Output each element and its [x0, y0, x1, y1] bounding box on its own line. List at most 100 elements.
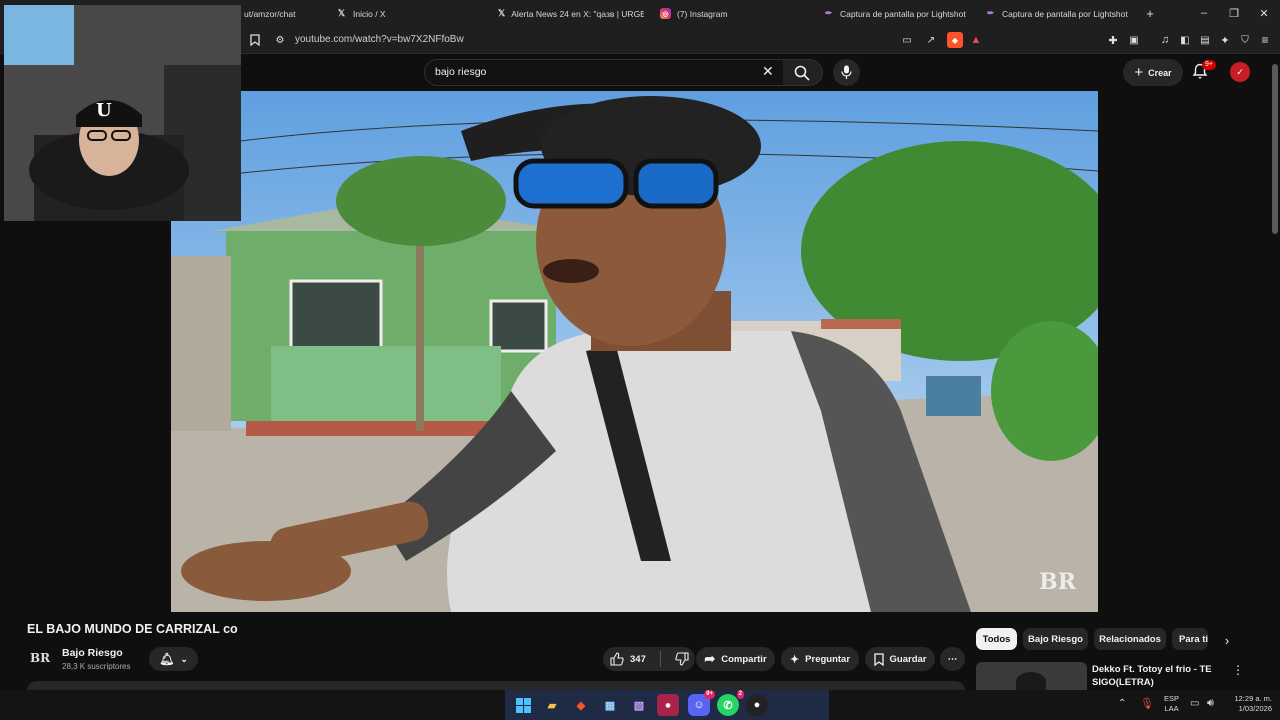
channel-avatar[interactable]: BR [27, 648, 53, 668]
subscriber-count: 28,3 K suscriptores [62, 662, 131, 671]
store-icon[interactable]: ▦ [599, 694, 621, 716]
more-actions-button[interactable]: ⋯ [940, 647, 965, 671]
network-icon[interactable]: ▭ [1190, 698, 1199, 709]
search-input[interactable]: bajo riesgo ✕ [424, 59, 784, 86]
sidebar-icon[interactable]: ◧ [1178, 33, 1192, 47]
brave-browser-icon[interactable]: ◆ [570, 694, 592, 716]
chip-all[interactable]: Todos [976, 628, 1017, 650]
like-dislike-group: 347 [603, 647, 695, 671]
clear-search-icon[interactable]: ✕ [762, 63, 774, 80]
whatsapp-icon[interactable]: ✆ 2 [717, 690, 744, 716]
divider [659, 651, 661, 667]
x-logo-icon: 𝕏 [498, 8, 506, 18]
video-frame [171, 91, 1098, 612]
keyboard-layout: LAA [1164, 704, 1179, 713]
microphone-icon[interactable]: 🎙︎ [1140, 697, 1154, 710]
channel-watermark: BR [1039, 569, 1076, 595]
minimize-button[interactable]: – [1196, 5, 1212, 21]
like-button[interactable]: 347 [610, 652, 646, 666]
tab-title: (7) Instagram [677, 8, 728, 19]
channel-name[interactable]: Bajo Riesgo [62, 647, 123, 659]
media-player-icon[interactable]: ● [746, 694, 768, 716]
app-icon[interactable]: ▧ [628, 694, 650, 716]
clock-time: 12:29 a. m. [1234, 694, 1272, 703]
browser-tab[interactable]: ✒ Captura de pantalla por Lightshot [985, 0, 1135, 27]
bookmark-icon[interactable] [248, 33, 262, 47]
tab-title: Captura de pantalla por Lightshot [840, 8, 966, 19]
microphone-icon [841, 65, 852, 79]
browser-tab[interactable]: 𝕏 Inicio / X [336, 0, 476, 27]
video-player[interactable]: BR [171, 91, 1098, 612]
tab-title: Captura de pantalla por Lightshot [1002, 8, 1128, 19]
browser-tab[interactable]: 𝕏 Alerta News 24 en X: "qaзв | URGENTE" [498, 0, 644, 27]
recommended-thumbnail[interactable] [976, 662, 1087, 690]
chip-bajo-riesgo[interactable]: Bajo Riesgo [1023, 628, 1088, 650]
share-icon[interactable]: ↗ [924, 33, 938, 47]
browser-tab[interactable]: ◎ (7) Instagram [660, 0, 800, 27]
close-window-button[interactable]: ✕ [1256, 5, 1272, 21]
ask-button[interactable]: ✦ Preguntar [781, 647, 859, 671]
clock-date: 1/03/2026 [1238, 704, 1272, 713]
tab-title: ut/amzor/chat [244, 8, 296, 19]
sparkle-icon: ✦ [789, 653, 800, 666]
ask-label: Preguntar [805, 653, 851, 665]
media-icon[interactable]: ♫ [1158, 33, 1172, 47]
page-scrollbar[interactable] [1272, 64, 1278, 234]
recommended-title[interactable]: Dekko Ft. Totoy el frio - TE SIGO(LETRA) [1092, 663, 1217, 689]
create-button[interactable]: + Crear [1123, 59, 1183, 86]
browser-tab[interactable]: ut/amzor/chat [244, 0, 324, 27]
screenshot-icon[interactable]: ▣ [1127, 33, 1141, 47]
vpn-icon[interactable]: ⛉ [1238, 33, 1252, 47]
brave-rewards-icon[interactable]: ▲ [969, 33, 983, 47]
bookmark-icon [873, 652, 884, 666]
instagram-icon: ◎ [660, 8, 671, 19]
search-icon [794, 65, 810, 81]
url-field[interactable]: youtube.com/watch?v=bw7X2NFfoBw [295, 34, 464, 45]
plus-icon: + [1134, 64, 1144, 81]
streaming-app-icon[interactable]: ◉ [657, 694, 679, 716]
tab-title: Alerta News 24 en X: "qaзв | URGENTE" [511, 8, 644, 19]
share-arrow-icon: ➦ [704, 651, 716, 666]
search-button[interactable] [783, 59, 823, 86]
wallet-icon[interactable]: ▤ [1198, 33, 1212, 47]
discord-icon[interactable]: ☺ 9+ [688, 690, 715, 716]
svg-text:U: U [96, 100, 112, 121]
webcam-frame: U [4, 5, 241, 221]
notifications-badge: 9+ [1202, 60, 1216, 70]
restore-button[interactable]: ❐ [1226, 5, 1242, 21]
share-label: Compartir [721, 653, 767, 665]
save-button[interactable]: Guardar [865, 647, 935, 671]
input-language[interactable]: ESP LAA [1164, 694, 1179, 714]
start-button[interactable] [512, 694, 534, 716]
feather-icon: ✒ [986, 8, 995, 18]
chip-related[interactable]: Relacionados [1094, 628, 1166, 650]
site-settings-icon[interactable]: ⚙ [273, 33, 287, 47]
extensions-icon[interactable]: ✚ [1106, 33, 1120, 47]
save-label: Guardar [889, 653, 927, 665]
chevron-right-icon[interactable]: › [1218, 631, 1236, 649]
menu-icon[interactable]: ≡ [1258, 33, 1272, 47]
recommended-more-icon[interactable]: ⋮ [1232, 663, 1244, 677]
account-avatar[interactable]: ✓ [1230, 62, 1250, 82]
discord-badge: 9+ [704, 690, 715, 699]
browser-tab[interactable]: ✒ Captura de pantalla por Lightshot [823, 0, 973, 27]
thumbs-up-icon [610, 652, 624, 666]
language-code: ESP [1164, 694, 1180, 703]
voice-search-button[interactable] [833, 59, 860, 86]
notifications-button[interactable]: 9+ [1192, 60, 1216, 83]
file-explorer-icon[interactable]: ▰ [541, 694, 563, 716]
new-tab-button[interactable]: + [1142, 5, 1158, 21]
share-button[interactable]: ➦ Compartir [696, 647, 775, 671]
taskbar: ▰ ◆ ▦ ▧ ◉ ☺ 9+ ✆ 2 ● ⌃ 🎙︎ ESP LAA ▭ 🔊︎ 12:… [0, 690, 1280, 720]
leo-ai-icon[interactable]: ✦ [1218, 33, 1232, 47]
clock[interactable]: 12:29 a. m. 1/03/2026 [1226, 694, 1272, 714]
create-label: Crear [1148, 67, 1172, 78]
whatsapp-badge: 2 [736, 690, 744, 699]
chevron-up-icon[interactable]: ⌃ [1118, 698, 1126, 709]
subscription-bell-button[interactable]: 🔔︎ ⌄ [149, 647, 198, 671]
volume-icon[interactable]: 🔊︎ [1207, 697, 1214, 710]
thumbs-down-icon[interactable] [675, 652, 689, 666]
cast-icon[interactable]: ▭ [900, 33, 914, 47]
brave-shields-icon[interactable]: ◆ [947, 32, 963, 48]
chip-for-you[interactable]: Para ti [1172, 628, 1208, 650]
